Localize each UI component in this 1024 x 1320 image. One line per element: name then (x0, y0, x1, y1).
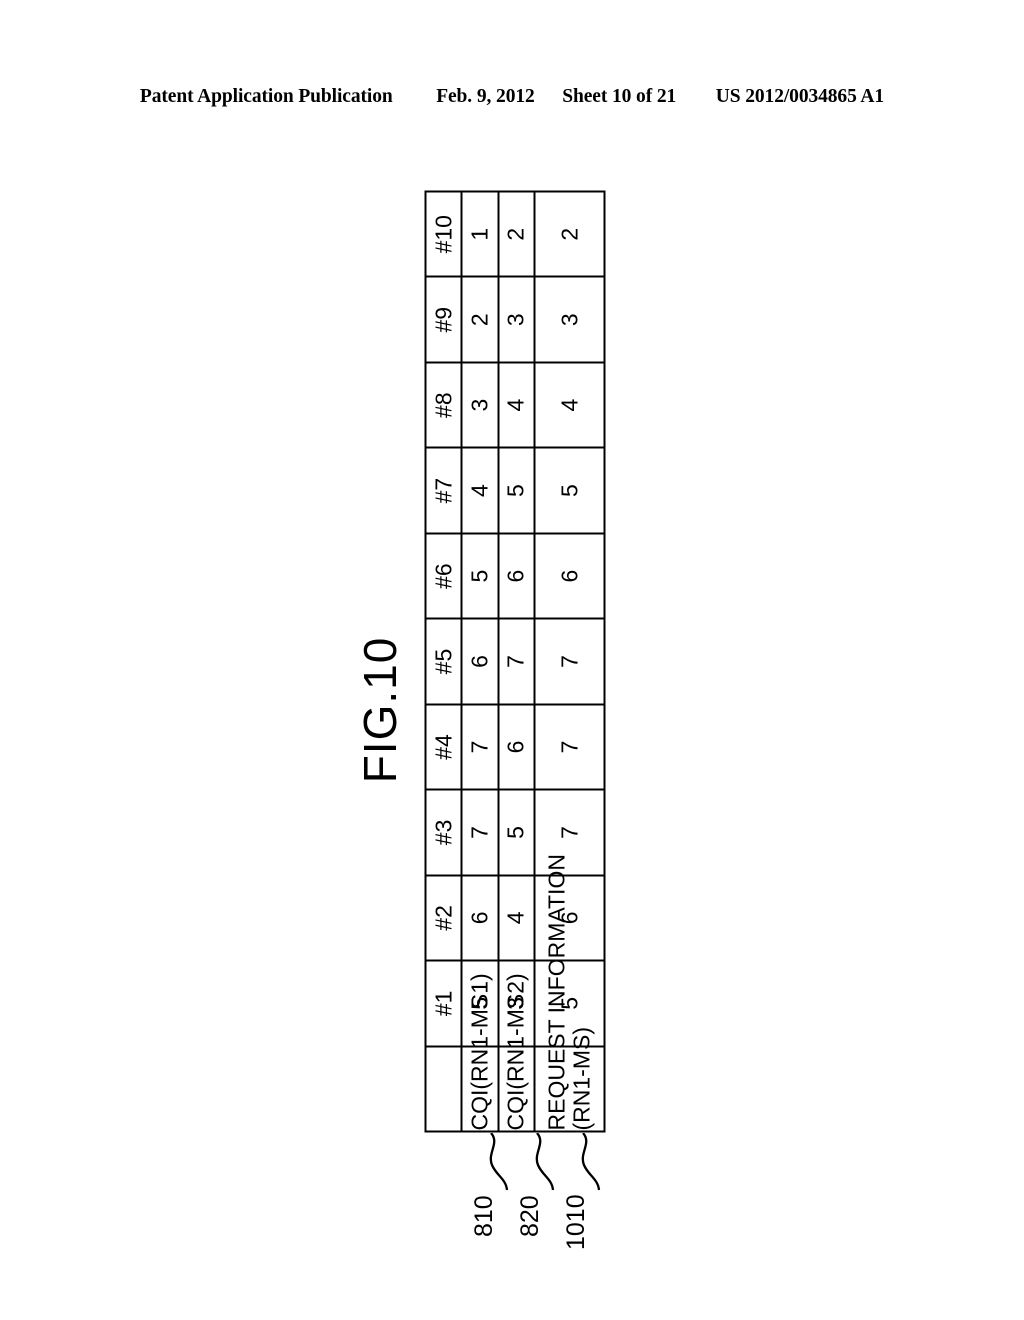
data-cell: 5 (461, 532, 498, 619)
data-cell: 5 (497, 447, 534, 533)
data-cell: 6 (533, 532, 604, 619)
figure-label: FIG.10 (354, 636, 406, 784)
data-cell: 4 (497, 874, 534, 961)
publication-number: US 2012/0034865 A1 (715, 86, 885, 107)
column-header-slot7: #7 (425, 447, 462, 533)
data-cell: 4 (497, 361, 534, 448)
data-cell: 3 (461, 361, 498, 448)
row-label-line1: CQI(RN1-MS2) (502, 972, 529, 1130)
data-cell: 2 (533, 191, 604, 277)
column-header-slot1: #1 (425, 960, 462, 1046)
data-cell: 3 (497, 276, 534, 362)
column-header-slot9: #9 (425, 276, 462, 362)
data-cell: 6 (497, 532, 534, 619)
figure-table-container: #1 #2 #3 #4 #5 #6 #7 #8 #9 #10 CQI(RN1-MS1) 5 6 7 7 6 5 4… (424, 190, 605, 1132)
data-cell: 7 (533, 703, 604, 790)
data-cell: 7 (461, 703, 498, 790)
table-corner-cell (425, 1045, 462, 1131)
data-cell: 6 (461, 874, 498, 961)
data-cell: 4 (533, 361, 604, 448)
publication-date: Feb. 9, 2012 (436, 86, 535, 107)
row-label-line2: (RN1-MS) (567, 1026, 594, 1131)
data-cell: 7 (461, 789, 498, 875)
data-cell: 4 (461, 447, 498, 533)
column-header-slot5: #5 (425, 618, 462, 704)
publication-title: Patent Application Publication (139, 86, 393, 107)
data-cell: 1 (461, 191, 498, 277)
table-row: CQI(RN1-MS1) 5 6 7 7 6 5 4 3 2 1 (461, 191, 498, 1131)
column-header-slot2: #2 (425, 874, 462, 961)
column-header-slot4: #4 (425, 703, 462, 790)
table-header-row: #1 #2 #3 #4 #5 #6 #7 #8 #9 #10 (425, 191, 462, 1131)
data-cell: 5 (533, 447, 604, 533)
column-header-slot6: #6 (425, 532, 462, 619)
row-label-line1: CQI(RN1-MS1) (466, 972, 493, 1130)
data-cell: 6 (461, 618, 498, 704)
cqi-request-information-table: #1 #2 #3 #4 #5 #6 #7 #8 #9 #10 CQI(RN1-MS1) 5 6 7 7 6 5 4… (424, 190, 605, 1132)
reference-numeral: 820 (516, 1195, 544, 1237)
column-header-slot8: #8 (425, 361, 462, 448)
column-header-slot3: #3 (425, 789, 462, 875)
data-cell: 5 (497, 789, 534, 875)
reference-numeral: 810 (470, 1195, 498, 1237)
row-label-2: CQI(RN1-MS2) (497, 972, 534, 1131)
row-label-3: REQUEST INFORMATION (RN1-MS) (533, 853, 604, 1131)
callout-leader-line-icon (535, 1133, 555, 1191)
data-cell: 3 (533, 276, 604, 362)
sheet-number: Sheet 10 of 21 (562, 86, 677, 107)
data-cell: 2 (461, 276, 498, 362)
data-cell: 2 (497, 191, 534, 277)
table-row: REQUEST INFORMATION (RN1-MS) 5 6 7 7 7 6 5 4 3 2 (533, 191, 604, 1131)
data-cell: 7 (497, 618, 534, 704)
column-header-slot10: #10 (425, 191, 462, 277)
callout-leader-line-icon (581, 1133, 601, 1191)
publication-header: Patent Application Publication Feb. 9, 2… (0, 86, 1024, 108)
reference-numeral: 1010 (562, 1194, 590, 1250)
data-cell: 6 (497, 703, 534, 790)
data-cell: 7 (533, 618, 604, 704)
callout-leader-line-icon (489, 1133, 509, 1191)
row-label-line1: REQUEST INFORMATION (543, 853, 570, 1130)
table-row: CQI(RN1-MS2) 3 4 5 6 7 6 5 4 3 2 (497, 191, 534, 1131)
row-label-1: CQI(RN1-MS1) (461, 972, 498, 1131)
